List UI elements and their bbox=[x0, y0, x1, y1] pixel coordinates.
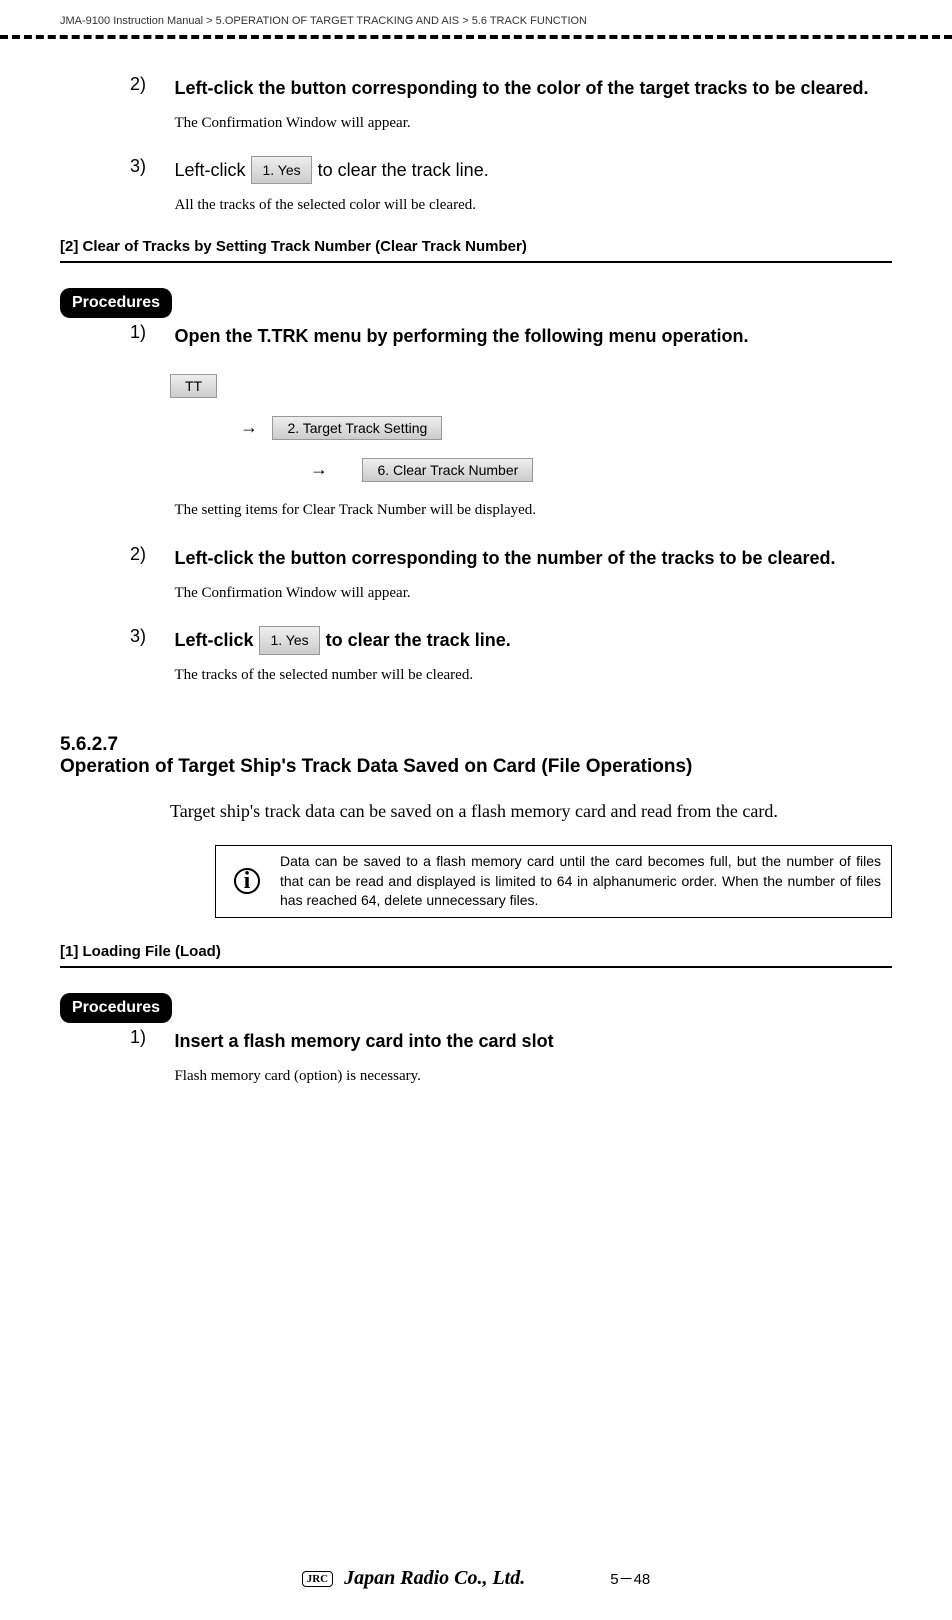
step-description: All the tracks of the selected color wil… bbox=[174, 197, 886, 214]
chapter-name: 5.OPERATION OF TARGET TRACKING AND AIS bbox=[216, 15, 459, 27]
step-1c: 1) Insert a flash memory card into the c… bbox=[130, 1027, 892, 1085]
section-2-title: [2] Clear of Tracks by Setting Track Num… bbox=[60, 238, 892, 255]
step-2a: 2) Left-click the button corresponding t… bbox=[130, 74, 892, 132]
chapter-heading: 5.6.2.7 Operation of Target Ship's Track… bbox=[60, 734, 892, 778]
jrc-logo: JRC bbox=[302, 1571, 333, 1587]
procedures-badge: Procedures bbox=[60, 288, 172, 318]
step-1b: 1) Open the T.TRK menu by performing the… bbox=[130, 322, 892, 351]
step-title: Left-click the button corresponding to t… bbox=[174, 544, 886, 573]
section-divider bbox=[60, 261, 892, 263]
arrow-icon: → bbox=[240, 417, 258, 437]
section-divider bbox=[60, 966, 892, 968]
document-header: JMA-9100 Instruction Manual > 5.OPERATIO… bbox=[60, 15, 892, 27]
page-footer: JRC Japan Radio Co., Ltd. 5－48 bbox=[0, 1567, 952, 1590]
header-divider bbox=[0, 35, 952, 39]
step-number: 2) bbox=[130, 544, 170, 565]
step-title: Left-click 1. Yes to clear the track lin… bbox=[174, 626, 886, 655]
page-number: 5－48 bbox=[610, 1568, 650, 1589]
tt-menu-button: TT bbox=[170, 374, 217, 398]
yes-button: 1. Yes bbox=[259, 626, 319, 654]
info-text: Data can be saved to a flash memory card… bbox=[280, 852, 881, 911]
target-track-setting-button: 2. Target Track Setting bbox=[272, 416, 442, 440]
menu-navigation: TT → 2. Target Track Setting → 6. Clear … bbox=[170, 374, 892, 482]
clear-track-number-button: 6. Clear Track Number bbox=[362, 458, 533, 482]
step-number: 1) bbox=[130, 322, 170, 343]
info-box: i Data can be saved to a flash memory ca… bbox=[215, 845, 892, 918]
step-2b: 2) Left-click the button corresponding t… bbox=[130, 544, 892, 602]
section-1-sub-title: [1] Loading File (Load) bbox=[60, 943, 892, 960]
step-title: Open the T.TRK menu by performing the fo… bbox=[174, 322, 886, 351]
step-description: The setting items for Clear Track Number… bbox=[174, 502, 886, 519]
step-pre-text: Left-click bbox=[174, 626, 253, 655]
step-pre-text: Left-click bbox=[174, 156, 245, 185]
step-number: 3) bbox=[130, 156, 170, 177]
step-title: Insert a flash memory card into the card… bbox=[174, 1027, 886, 1056]
step-description: The tracks of the selected number will b… bbox=[174, 667, 886, 684]
step-post-text: to clear the track line. bbox=[326, 626, 511, 655]
step-3a: 3) Left-click 1. Yes to clear the track … bbox=[130, 156, 892, 214]
step-title: Left-click 1. Yes to clear the track lin… bbox=[174, 156, 886, 185]
step-1b-desc-wrap: The setting items for Clear Track Number… bbox=[130, 502, 892, 520]
step-number: 2) bbox=[130, 74, 170, 95]
chapter-number: 5.6.2.7 bbox=[60, 734, 170, 756]
step-description: The Confirmation Window will appear. bbox=[174, 115, 886, 132]
step-description: The Confirmation Window will appear. bbox=[174, 585, 886, 602]
step-description: Flash memory card (option) is necessary. bbox=[174, 1068, 886, 1085]
yes-button: 1. Yes bbox=[251, 156, 311, 184]
chapter-body: Target ship's track data can be saved on… bbox=[170, 798, 892, 825]
manual-name: JMA-9100 Instruction Manual bbox=[60, 15, 203, 27]
breadcrumb-sep: > bbox=[206, 15, 212, 27]
step-title: Left-click the button corresponding to t… bbox=[174, 74, 886, 103]
step-number: 3) bbox=[130, 626, 170, 647]
step-3b: 3) Left-click 1. Yes to clear the track … bbox=[130, 626, 892, 684]
company-name: Japan Radio Co., Ltd. bbox=[344, 1567, 525, 1589]
procedures-badge: Procedures bbox=[60, 993, 172, 1023]
section-name: 5.6 TRACK FUNCTION bbox=[472, 15, 587, 27]
step-number: 1) bbox=[130, 1027, 170, 1048]
chapter-title-text: Operation of Target Ship's Track Data Sa… bbox=[60, 756, 777, 778]
breadcrumb-sep: > bbox=[462, 15, 468, 27]
arrow-icon: → bbox=[310, 459, 328, 479]
step-post-text: to clear the track line. bbox=[318, 156, 489, 185]
info-icon: i bbox=[234, 868, 260, 894]
